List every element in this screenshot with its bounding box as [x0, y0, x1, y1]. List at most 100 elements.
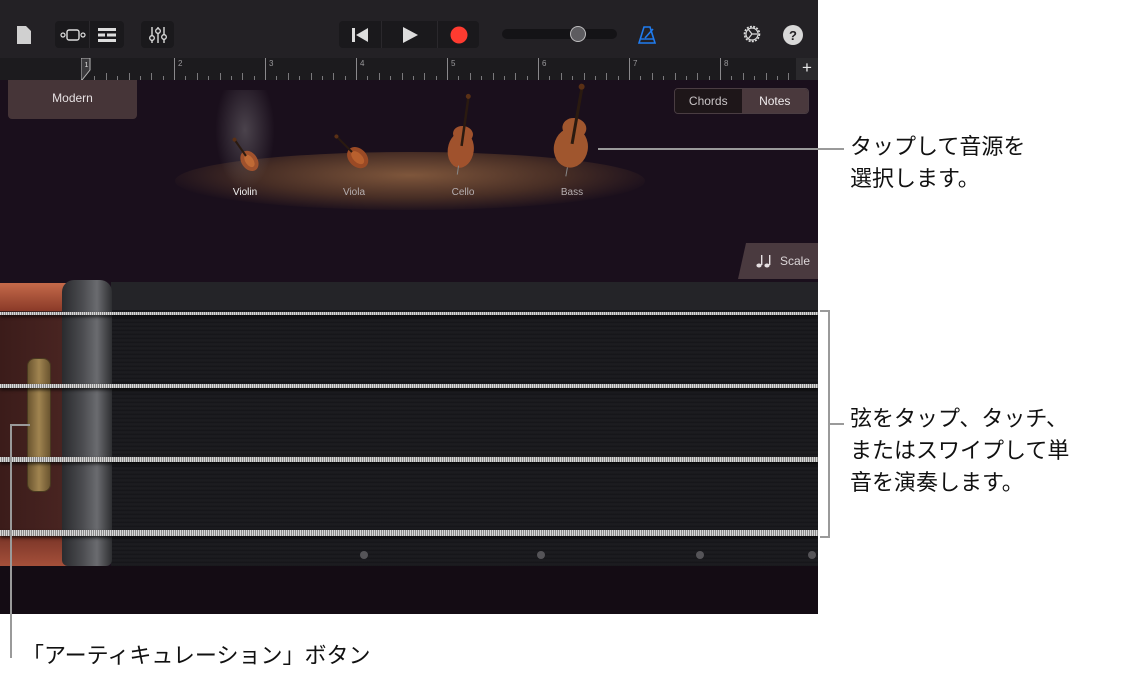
- ruler-tick: [254, 76, 255, 80]
- ruler-tick: [618, 76, 619, 80]
- instrument-viola[interactable]: [324, 124, 380, 184]
- ruler-tick: [129, 73, 130, 80]
- svg-text:1: 1: [85, 62, 89, 69]
- ruler-tick: [208, 76, 209, 80]
- ruler-tick: [151, 73, 152, 80]
- view-toggle-group: [55, 21, 124, 48]
- string-3[interactable]: [0, 457, 818, 462]
- ruler-bar-number: 3: [269, 59, 273, 68]
- scroll-wood-top: [0, 283, 70, 311]
- ruler-tick: [481, 76, 482, 80]
- string-1[interactable]: [0, 312, 818, 315]
- ruler-bar-line: 4: [356, 58, 357, 80]
- mixer-button[interactable]: [141, 21, 174, 48]
- ruler-tick: [379, 73, 380, 80]
- ruler-tick: [470, 73, 471, 80]
- ruler-bar-number: 7: [633, 59, 637, 68]
- ruler-tick: [299, 76, 300, 80]
- ruler-tick: [504, 76, 505, 80]
- ruler-bar-line: 8: [720, 58, 721, 80]
- ruler-bar-number: 4: [360, 59, 364, 68]
- ruler-tick: [185, 76, 186, 80]
- callout-articulation: 「アーティキュレーション」ボタン: [22, 641, 370, 673]
- ruler-bar-number: 2: [178, 59, 182, 68]
- fret-marker: [808, 551, 816, 559]
- tracks-view-icon[interactable]: [57, 21, 89, 48]
- ruler-tick: [402, 73, 403, 80]
- ruler-tick: [220, 73, 221, 80]
- ruler-tick: [675, 73, 676, 80]
- add-section-button[interactable]: +: [796, 58, 818, 80]
- fret-marker: [360, 551, 368, 559]
- ruler-tick: [367, 76, 368, 80]
- ruler-tick: [311, 73, 312, 80]
- master-volume-slider[interactable]: [502, 29, 617, 39]
- ruler-tick: [515, 73, 516, 80]
- ruler-tick: [640, 76, 641, 80]
- ruler-tick: [549, 76, 550, 80]
- record-icon[interactable]: [438, 21, 479, 48]
- notes-icon: [756, 254, 772, 268]
- ruler-tick: [663, 76, 664, 80]
- ruler-tick: [766, 73, 767, 80]
- ruler-tick: [584, 73, 585, 80]
- instrument-bass[interactable]: [552, 82, 596, 182]
- ruler-tick: [572, 76, 573, 80]
- chords-tab[interactable]: Chords: [675, 89, 742, 113]
- viola-icon: [324, 124, 380, 180]
- ruler-tick: [697, 73, 698, 80]
- ruler-tick: [322, 76, 323, 80]
- chords-notes-toggle: Chords Notes: [674, 88, 809, 114]
- callout-leader-hook: [10, 424, 30, 426]
- callout-strings: 弦をタップ、タッチ、 またはスワイプして単 音を演奏します。: [850, 404, 1069, 500]
- ruler-bar-number: 8: [724, 59, 728, 68]
- ruler-tick: [276, 76, 277, 80]
- callout-leader-line: [598, 148, 844, 150]
- double-bass-icon: [552, 82, 596, 178]
- ruler-tick: [595, 76, 596, 80]
- nut: [62, 280, 112, 566]
- string-4[interactable]: [0, 530, 818, 536]
- callout-leader-line: [10, 424, 12, 658]
- garageband-strings-screen: ? 2345678 1 + Modern Chords Notes Violin…: [0, 0, 818, 614]
- callout-leader-line: [830, 423, 844, 425]
- instrument-violin[interactable]: [222, 132, 270, 184]
- go-to-start-icon[interactable]: [339, 21, 381, 48]
- sound-preset-button[interactable]: Modern: [8, 80, 137, 119]
- bottom-area: [0, 566, 818, 614]
- callout-bracket-bottom: [820, 536, 830, 538]
- ruler-tick: [606, 73, 607, 80]
- document-icon[interactable]: [14, 24, 34, 46]
- callout-select-instrument: タップして音源を 選択します。: [850, 132, 1025, 196]
- string-2[interactable]: [0, 384, 818, 388]
- master-volume-knob[interactable]: [570, 26, 586, 42]
- playhead-marker[interactable]: 1: [81, 58, 91, 80]
- fingerboard-edge: [111, 282, 818, 310]
- metronome-icon[interactable]: [636, 24, 658, 46]
- ruler-bar-number: 5: [451, 59, 455, 68]
- instrument-view-icon[interactable]: [91, 21, 123, 48]
- ruler-bar-number: 6: [542, 59, 546, 68]
- articulation-icon[interactable]: [27, 358, 51, 492]
- notes-tab[interactable]: Notes: [742, 89, 809, 113]
- ruler-tick: [242, 73, 243, 80]
- ruler-tick: [106, 73, 107, 80]
- ruler-bar-line: 2: [174, 58, 175, 80]
- ruler-tick: [140, 76, 141, 80]
- ruler-tick: [652, 73, 653, 80]
- fret-marker: [696, 551, 704, 559]
- help-icon[interactable]: ?: [783, 25, 803, 45]
- violin-icon: [222, 132, 270, 180]
- fingerboard: [111, 282, 818, 566]
- ruler-tick: [390, 76, 391, 80]
- ruler-bar-line: 7: [629, 58, 630, 80]
- ruler-tick: [436, 76, 437, 80]
- ruler-bar-line: 3: [265, 58, 266, 80]
- scale-button[interactable]: Scale: [738, 243, 818, 279]
- cello-icon: [446, 92, 480, 176]
- timeline-ruler[interactable]: 2 3 4 5 6 7 8: [0, 58, 818, 80]
- instrument-cello[interactable]: [446, 92, 480, 180]
- play-icon[interactable]: [382, 21, 437, 48]
- settings-gear-icon[interactable]: [740, 22, 764, 46]
- ruler-tick: [345, 76, 346, 80]
